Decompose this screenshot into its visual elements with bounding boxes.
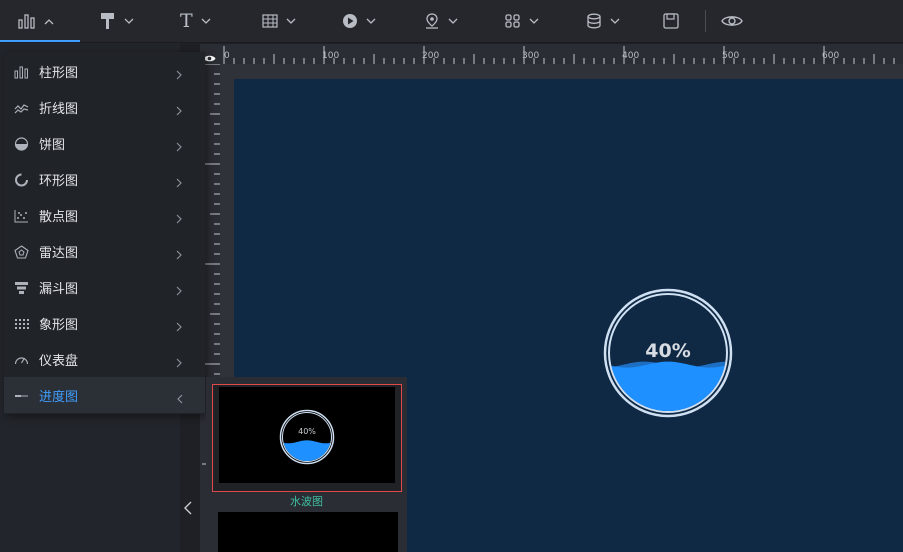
- ruler-label: 100: [322, 51, 340, 61]
- table-menu-button[interactable]: [262, 0, 296, 42]
- component-menu-button[interactable]: [505, 0, 539, 42]
- table-icon: [262, 14, 278, 28]
- ruler-label: 600: [822, 51, 840, 61]
- liquid-fill-widget[interactable]: 40%: [603, 288, 733, 418]
- data-menu-button[interactable]: [586, 0, 620, 42]
- gauge-front-wave: [610, 361, 726, 411]
- menu-item-scatter-chart[interactable]: 散点图: [4, 197, 205, 233]
- pie-chart-icon: [14, 136, 29, 151]
- menu-item-pictorial-chart[interactable]: 象形图: [4, 305, 205, 341]
- menu-item-gauge[interactable]: 仪表盘: [4, 341, 205, 377]
- chevron-down-icon: [448, 18, 458, 25]
- menu-item-funnel-chart[interactable]: 漏斗图: [4, 269, 205, 305]
- chevron-left-icon: [183, 501, 193, 520]
- chevron-down-icon: [610, 18, 620, 25]
- chevron-right-icon: [176, 137, 183, 156]
- chevron-right-icon: [176, 353, 183, 372]
- ring-chart-icon: [14, 172, 29, 187]
- chevron-down-icon: [286, 18, 296, 25]
- save-button[interactable]: [663, 0, 679, 42]
- gauge-icon: [14, 352, 29, 366]
- text-menu-button[interactable]: T: [180, 0, 211, 42]
- chevron-right-icon: [176, 173, 183, 192]
- map-menu-button[interactable]: [424, 0, 458, 42]
- funnel-chart-icon: [14, 280, 29, 294]
- chevron-right-icon: [176, 209, 183, 228]
- chevron-right-icon: [176, 317, 183, 336]
- chevron-up-icon: [44, 18, 54, 25]
- chevron-right-icon: [176, 245, 183, 264]
- progress-chart-submenu: 40% 水波图: [206, 377, 407, 552]
- map-pin-icon: [424, 13, 440, 29]
- horizontal-ruler: 0 100 200 300 400 500 600: [220, 44, 903, 64]
- menu-item-bar-chart[interactable]: 柱形图: [4, 53, 205, 89]
- chevron-down-icon: [529, 18, 539, 25]
- gauge-value-text: 40%: [645, 340, 691, 362]
- eye-icon: [721, 14, 743, 28]
- pictorial-chart-icon: [14, 316, 29, 330]
- menu-item-pie-chart[interactable]: 饼图: [4, 125, 205, 161]
- preview-button[interactable]: [721, 0, 743, 42]
- grid-icon: [505, 14, 521, 28]
- collapse-panel-button[interactable]: [183, 500, 195, 520]
- progress-icon: [14, 388, 29, 402]
- chevron-right-icon: [176, 101, 183, 120]
- radar-chart-icon: [14, 244, 29, 259]
- ruler-label: 0: [224, 51, 230, 61]
- thumbnail-label[interactable]: 水波图: [206, 493, 407, 509]
- menu-item-ring-chart[interactable]: 环形图: [4, 161, 205, 197]
- chevron-left-icon: [176, 389, 183, 408]
- liquid-fill-thumbnail[interactable]: 40%: [212, 384, 402, 492]
- media-menu-button[interactable]: [342, 0, 376, 42]
- menu-item-progress-chart[interactable]: 进度图: [4, 377, 205, 413]
- database-icon: [586, 13, 602, 29]
- scatter-chart-icon: [14, 208, 29, 223]
- chevron-right-icon: [176, 65, 183, 84]
- thumbnail-preview: 40%: [219, 387, 395, 483]
- active-tab-indicator: [0, 40, 80, 42]
- ruler-label: 500: [722, 51, 740, 61]
- ruler-label: 200: [422, 51, 440, 61]
- bar-chart-icon: [14, 64, 29, 79]
- line-chart-icon: [14, 100, 29, 114]
- chart-menu-button[interactable]: [18, 0, 54, 42]
- chevron-down-icon: [201, 18, 211, 25]
- ruler-label: 400: [622, 51, 640, 61]
- menu-item-line-chart[interactable]: 折线图: [4, 89, 205, 125]
- paint-brush-icon: [100, 12, 116, 30]
- save-icon: [663, 13, 679, 29]
- menu-item-radar-chart[interactable]: 雷达图: [4, 233, 205, 269]
- chevron-right-icon: [176, 281, 183, 300]
- chevron-down-icon: [124, 18, 134, 25]
- ruler-label: 300: [522, 51, 540, 61]
- thumbnail-value-text: 40%: [298, 427, 316, 436]
- text-icon: T: [180, 10, 193, 32]
- top-toolbar: T: [0, 0, 903, 43]
- next-thumbnail[interactable]: [218, 512, 398, 552]
- bar-chart-icon: [18, 13, 36, 29]
- chevron-down-icon: [366, 18, 376, 25]
- chart-type-menu: 柱形图 折线图 饼图 环形图 散点图 雷达图 漏斗图 象形图 仪表盘 进度图: [4, 52, 205, 414]
- style-menu-button[interactable]: [100, 0, 134, 42]
- toolbar-divider: [705, 10, 706, 32]
- play-circle-icon: [342, 13, 358, 29]
